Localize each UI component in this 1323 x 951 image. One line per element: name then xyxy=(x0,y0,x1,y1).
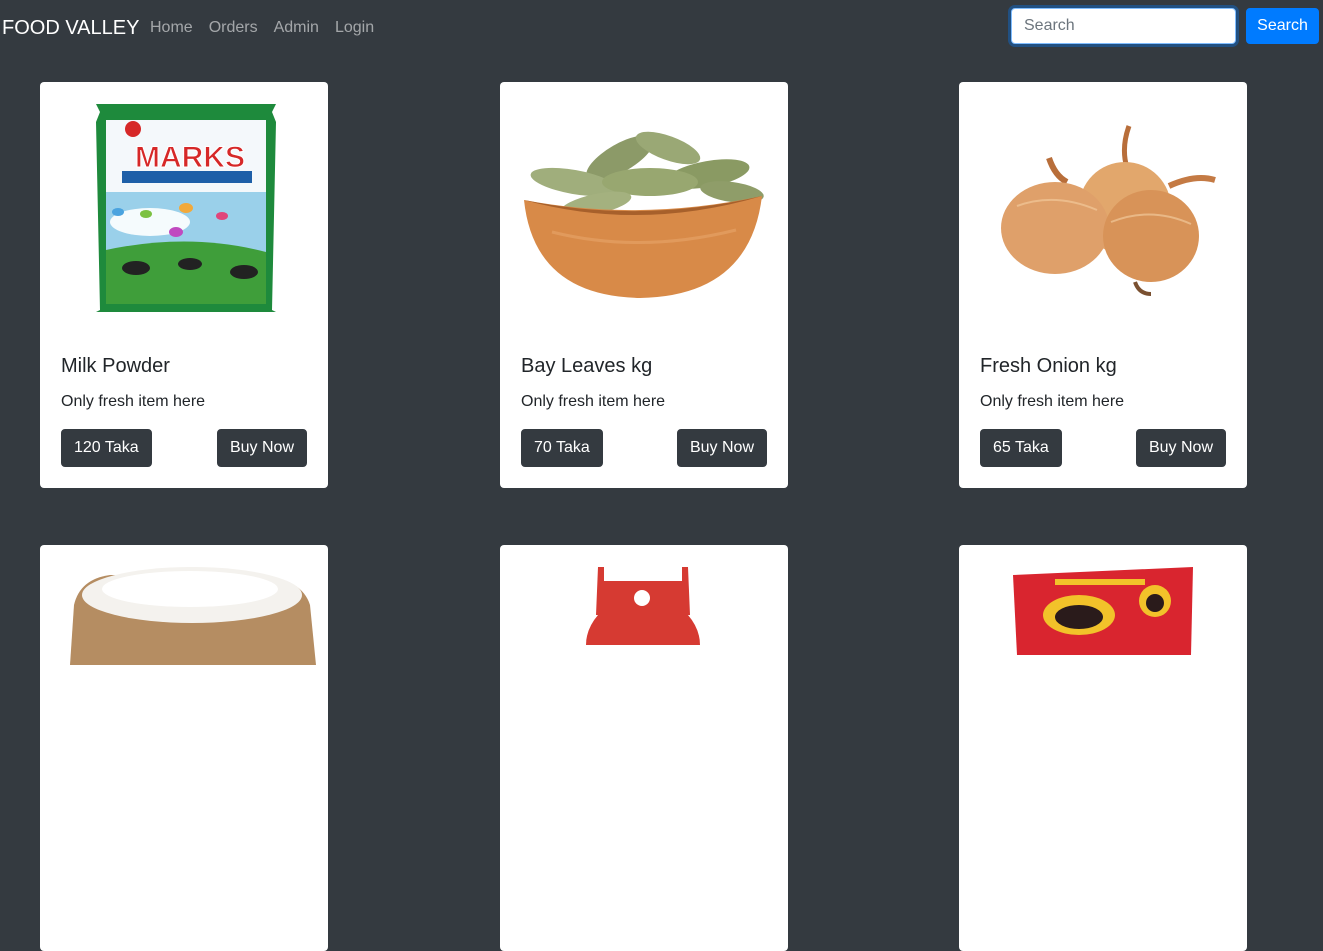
product-card: Bay Leaves kg Only fresh item here 70 Ta… xyxy=(500,82,788,488)
product-description: Only fresh item here xyxy=(980,393,1125,410)
price-button[interactable]: 120 Taka xyxy=(61,429,152,467)
buy-now-button[interactable]: Buy Now xyxy=(1135,429,1226,467)
price-button[interactable]: 65 Taka xyxy=(980,429,1062,467)
price-button[interactable]: 70 Taka xyxy=(521,429,603,467)
product-title: Milk Powder xyxy=(61,355,170,377)
product-card xyxy=(959,545,1247,951)
product-title: Bay Leaves kg xyxy=(521,355,653,377)
product-image-milk-powder: MARKS xyxy=(96,104,276,312)
search-button[interactable]: Search xyxy=(1246,8,1319,44)
product-card: MARKS Milk Powder Only fresh item here 1… xyxy=(40,82,328,488)
product-card: Fresh Onion kg Only fresh item here 65 T… xyxy=(959,82,1247,488)
navbar: FOOD VALLEY Home Orders Admin Login Sear… xyxy=(0,0,1323,56)
brand-logo[interactable]: FOOD VALLEY xyxy=(2,15,139,41)
nav-link-orders[interactable]: Orders xyxy=(209,17,258,39)
nav-links: Home Orders Admin Login xyxy=(150,17,390,39)
svg-text:MARKS: MARKS xyxy=(135,141,245,174)
product-description: Only fresh item here xyxy=(61,393,206,410)
product-description: Only fresh item here xyxy=(521,393,666,410)
product-image-snack-pack xyxy=(1013,567,1193,655)
product-image-onion xyxy=(1001,125,1216,296)
product-card xyxy=(500,545,788,951)
product-image-rice-sack xyxy=(70,567,316,665)
product-card xyxy=(40,545,328,951)
buy-now-button[interactable]: Buy Now xyxy=(216,429,307,467)
search-input[interactable] xyxy=(1011,8,1236,44)
product-image-bay-leaves xyxy=(524,131,764,298)
nav-link-home[interactable]: Home xyxy=(150,17,193,39)
product-image-gas-cylinder xyxy=(586,567,700,645)
buy-now-button[interactable]: Buy Now xyxy=(676,429,767,467)
nav-link-admin[interactable]: Admin xyxy=(274,17,319,39)
product-title: Fresh Onion kg xyxy=(980,355,1117,377)
nav-link-login[interactable]: Login xyxy=(335,17,374,39)
